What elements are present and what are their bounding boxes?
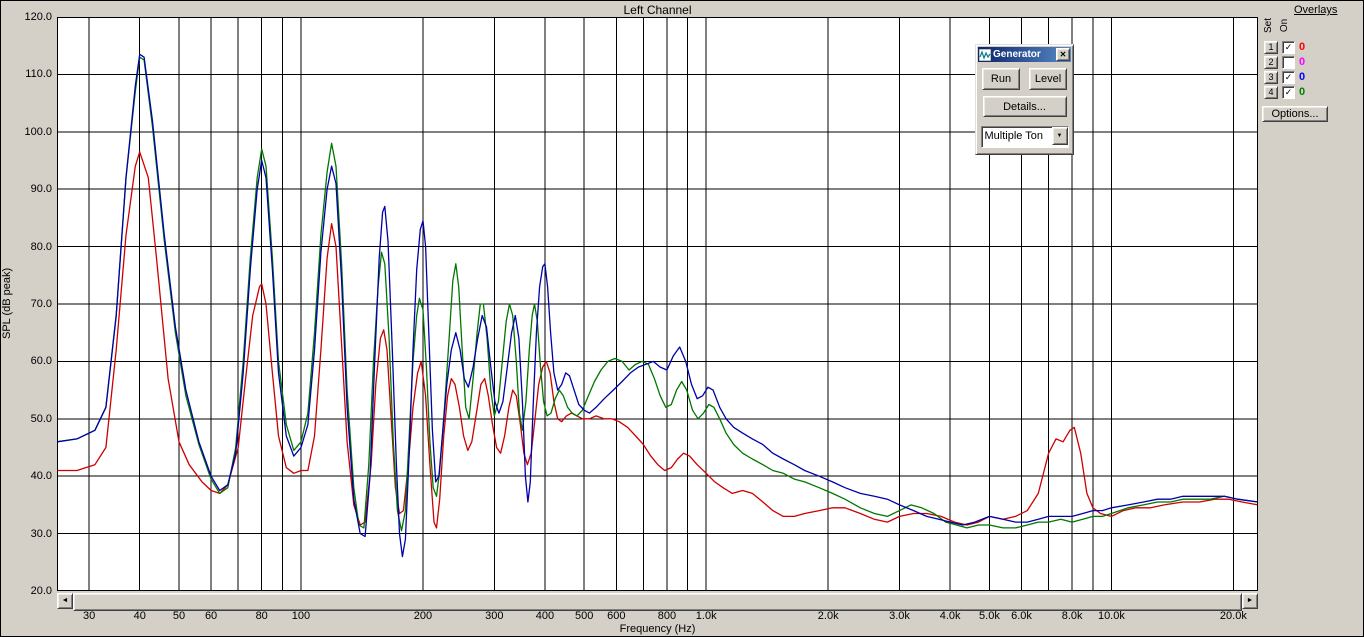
x-tick-label: 800 xyxy=(657,610,677,622)
x-tick-label: 600 xyxy=(607,610,626,622)
overlay-count-1: 0 xyxy=(1299,41,1306,53)
y-tick-label: 100.0 xyxy=(24,125,52,138)
overlay-on-checkbox-2[interactable] xyxy=(1282,55,1295,69)
scrollbar-right-arrow-icon[interactable]: ► xyxy=(1242,593,1258,609)
x-tick-label: 100 xyxy=(291,610,311,622)
overlay-set-button-3[interactable]: 3 xyxy=(1264,70,1278,84)
x-tick-label: 3.0k xyxy=(889,610,910,622)
overlay-on-checkbox-4[interactable]: ✓ xyxy=(1282,85,1295,99)
overlay-row-4: 4 ✓ 0 xyxy=(1264,85,1324,99)
overlay-count-4: 0 xyxy=(1299,86,1306,98)
x-tick-label: 30 xyxy=(82,610,96,622)
details-button[interactable]: Details... xyxy=(982,96,1067,117)
scrollbar-left-arrow-icon[interactable]: ◄ xyxy=(57,593,73,609)
x-tick-label: 2.0k xyxy=(817,610,839,622)
y-tick-label: 120.0 xyxy=(24,11,52,23)
x-tick-label: 6.0k xyxy=(1011,610,1032,622)
x-tick-label: 80 xyxy=(255,610,268,622)
x-tick-label: 50 xyxy=(172,610,186,622)
spl-plot-svg xyxy=(56,17,1259,591)
y-tick-label: 60.0 xyxy=(30,355,52,368)
y-tick-label: 110.0 xyxy=(25,68,52,81)
overlay-row-2: 2 0 xyxy=(1264,55,1324,69)
overlay-set-button-1[interactable]: 1 xyxy=(1264,40,1278,54)
x-tick-label: 500 xyxy=(575,610,594,622)
options-button[interactable]: Options... xyxy=(1262,106,1328,122)
y-tick-label: 90.0 xyxy=(30,183,52,196)
y-tick-label: 50.0 xyxy=(30,412,52,425)
signal-type-value: Multiple Ton xyxy=(984,130,1044,142)
overlays-title: Overlays xyxy=(1294,4,1338,16)
overlay-on-checkbox-1[interactable]: ✓ xyxy=(1282,40,1295,54)
y-tick-label: 40.0 xyxy=(30,470,52,483)
run-button[interactable]: Run xyxy=(982,68,1020,90)
signal-type-dropdown[interactable]: Multiple Ton ▼ xyxy=(980,126,1069,148)
generator-titlebar[interactable]: Generator ✕ xyxy=(978,47,1071,62)
spl-plot xyxy=(56,17,1259,591)
overlay-row-3: 3 ✓ 0 xyxy=(1264,70,1324,84)
plot-title: Left Channel xyxy=(623,3,692,17)
x-tick-label: 20.0k xyxy=(1219,610,1247,622)
y-tick-label: 70.0 xyxy=(30,298,52,310)
x-tick-label: 300 xyxy=(485,610,504,622)
overlay-on-checkbox-3[interactable]: ✓ xyxy=(1282,70,1295,84)
overlay-row-1: 1 ✓ 0 xyxy=(1264,40,1324,54)
x-tick-label: 1.0k xyxy=(695,610,717,622)
x-tick-label: 400 xyxy=(535,610,555,622)
y-tick-label: 30.0 xyxy=(30,527,52,540)
x-tick-label: 10.0k xyxy=(1097,610,1125,622)
x-tick-label: 200 xyxy=(413,610,433,622)
overlay-count-3: 0 xyxy=(1299,71,1306,83)
chevron-down-icon[interactable]: ▼ xyxy=(1051,127,1068,145)
generator-dialog: Generator ✕ Run Level Details... Multipl… xyxy=(975,44,1074,155)
x-tick-label: 60 xyxy=(204,610,218,622)
overlay-set-button-2[interactable]: 2 xyxy=(1264,55,1278,69)
x-tick-label: 5.0k xyxy=(979,610,1000,622)
y-tick-label: 20.0 xyxy=(30,585,52,597)
x-axis-ticks: 30 40 50 60 80 100 200 300 400 500 600 800 1.0k 2.0k 3… xyxy=(0,610,1364,623)
x-tick-label: 8.0k xyxy=(1061,610,1083,622)
x-tick-label: 40 xyxy=(133,610,146,622)
y-tick-label: 80.0 xyxy=(30,240,52,253)
x-tick-label: 4.0k xyxy=(939,610,961,622)
generator-title: Generator xyxy=(993,49,1041,60)
waveform-icon xyxy=(979,48,991,61)
horizontal-scrollbar: ◄ ► xyxy=(57,593,1258,611)
x-axis-label: Frequency (Hz) xyxy=(619,623,696,635)
overlay-set-button-4[interactable]: 4 xyxy=(1264,85,1278,99)
overlay-count-2: 0 xyxy=(1299,56,1306,68)
scrollbar-thumb[interactable] xyxy=(73,593,1242,611)
overlays-on-header: On xyxy=(1279,18,1291,33)
overlays-set-header: Set xyxy=(1263,17,1275,34)
level-button[interactable]: Level xyxy=(1029,68,1067,90)
close-icon[interactable]: ✕ xyxy=(1056,48,1070,61)
